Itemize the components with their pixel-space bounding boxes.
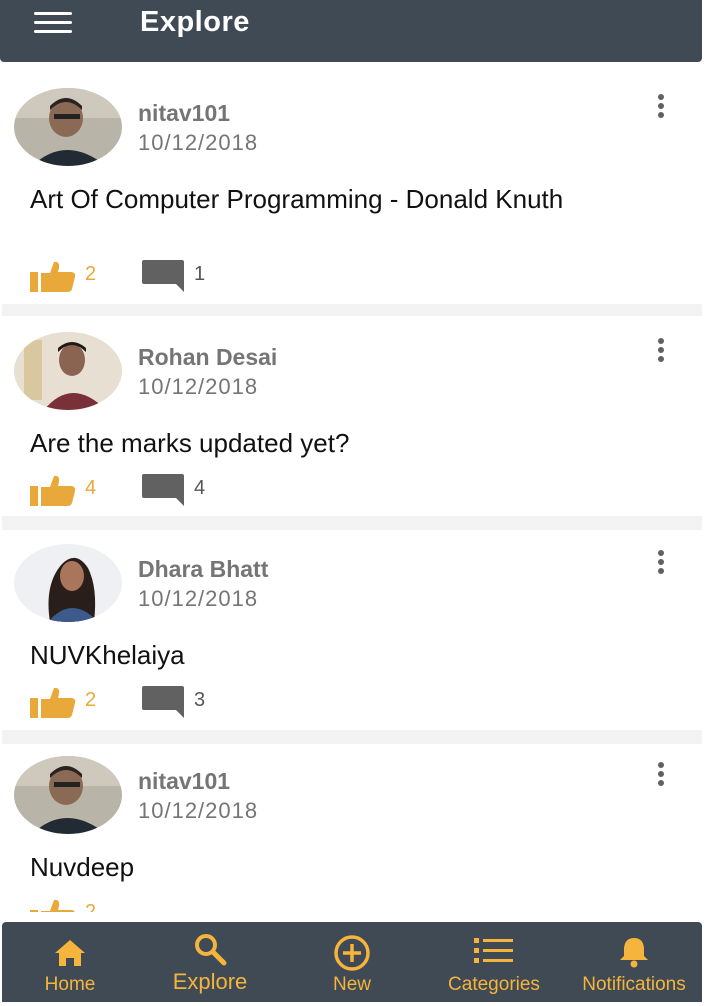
comment-count: 1 <box>194 263 206 285</box>
comment-button[interactable]: 4 <box>142 474 232 506</box>
comment-icon <box>142 686 184 718</box>
avatar[interactable] <box>14 756 122 834</box>
post-text[interactable]: Are the marks updated yet? <box>30 428 670 459</box>
nav-notifications[interactable]: Notifications <box>568 922 700 1002</box>
post-author[interactable]: nitav101 <box>138 100 230 127</box>
post-feed[interactable]: nitav101 10/12/2018 Art Of Computer Prog… <box>2 70 702 912</box>
post-actions: 2 1 <box>30 260 250 292</box>
list-icon <box>474 938 513 963</box>
post-author[interactable]: Dhara Bhatt <box>138 556 268 583</box>
post-date: 10/12/2018 <box>138 130 259 155</box>
bell-icon <box>620 938 648 968</box>
nav-explore-label: Explore <box>172 969 248 994</box>
search-icon <box>195 934 227 966</box>
like-button[interactable]: 4 <box>30 474 120 506</box>
more-options-icon[interactable] <box>656 338 666 366</box>
post-text[interactable]: NUVKhelaiya <box>30 640 670 671</box>
like-count: 2 <box>85 263 97 285</box>
post-card[interactable]: Dhara Bhatt 10/12/2018 NUVKhelaiya 2 3 <box>2 530 702 730</box>
post-date: 10/12/2018 <box>138 586 259 611</box>
post-actions: 4 4 <box>30 474 250 506</box>
post-date: 10/12/2018 <box>138 374 259 399</box>
post-author[interactable]: nitav101 <box>138 768 230 795</box>
comment-count: 3 <box>194 689 206 711</box>
comment-icon <box>142 474 184 506</box>
thumbs-up-icon <box>30 475 76 506</box>
post-actions: 2 <box>30 898 250 912</box>
nav-new-label: New <box>332 974 371 995</box>
thumbs-up-icon <box>30 687 76 718</box>
nav-categories[interactable]: Categories <box>434 922 554 1002</box>
nav-explore[interactable]: Explore <box>152 922 268 1002</box>
page-title: Explore <box>140 6 250 38</box>
nav-notifications-label: Notifications <box>582 974 686 995</box>
nav-home[interactable]: Home <box>20 922 120 1002</box>
avatar[interactable] <box>14 88 122 166</box>
more-options-icon[interactable] <box>656 762 666 790</box>
like-count: 4 <box>85 477 97 499</box>
post-card[interactable]: nitav101 10/12/2018 Nuvdeep 2 <box>2 744 702 912</box>
bottom-navigation: Home Explore New Categories Notification… <box>2 922 702 1002</box>
avatar[interactable] <box>14 332 122 410</box>
post-actions: 2 3 <box>30 686 250 718</box>
more-options-icon[interactable] <box>656 94 666 122</box>
app-bar: Explore <box>0 0 702 62</box>
nav-categories-label: Categories <box>448 974 540 995</box>
post-text[interactable]: Nuvdeep <box>30 852 670 883</box>
more-options-icon[interactable] <box>656 550 666 578</box>
post-card[interactable]: Rohan Desai 10/12/2018 Are the marks upd… <box>2 316 702 516</box>
like-button[interactable]: 2 <box>30 898 120 912</box>
post-date: 10/12/2018 <box>138 798 259 823</box>
like-count: 2 <box>85 901 97 912</box>
post-author[interactable]: Rohan Desai <box>138 344 277 371</box>
nav-home-label: Home <box>44 974 96 995</box>
home-icon <box>55 940 85 966</box>
post-card[interactable]: nitav101 10/12/2018 Art Of Computer Prog… <box>2 70 702 304</box>
avatar[interactable] <box>14 544 122 622</box>
like-button[interactable]: 2 <box>30 260 120 292</box>
comment-count: 4 <box>194 477 206 499</box>
like-count: 2 <box>85 689 97 711</box>
add-circle-icon <box>334 935 370 971</box>
hamburger-menu-icon[interactable] <box>34 12 72 34</box>
post-text[interactable]: Art Of Computer Programming - Donald Knu… <box>30 184 670 215</box>
nav-new[interactable]: New <box>302 922 402 1002</box>
thumbs-up-icon <box>30 899 75 912</box>
like-button[interactable]: 2 <box>30 686 120 718</box>
comment-icon <box>142 260 184 292</box>
comment-button[interactable]: 3 <box>142 686 232 718</box>
comment-button[interactable]: 1 <box>142 260 232 292</box>
thumbs-up-icon <box>30 261 76 292</box>
